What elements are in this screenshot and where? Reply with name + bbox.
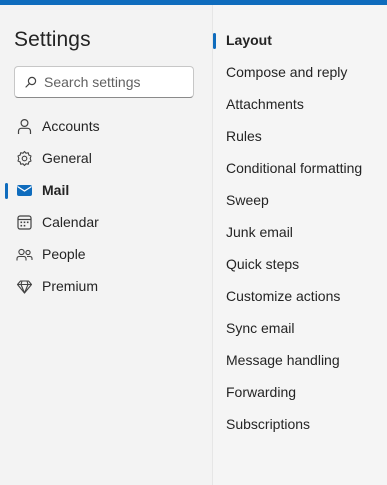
- section-label: Forwarding: [226, 384, 297, 400]
- mail-section-rules[interactable]: Rules: [213, 121, 387, 153]
- mail-section-layout[interactable]: Layout: [213, 25, 387, 57]
- nav-item-mail[interactable]: Mail: [0, 175, 212, 207]
- mail-sections-pane: Layout Compose and reply Attachments Rul…: [213, 5, 387, 485]
- mail-section-quick-steps[interactable]: Quick steps: [213, 249, 387, 281]
- nav-item-accounts[interactable]: Accounts: [0, 111, 212, 143]
- nav-label: Mail: [42, 182, 70, 198]
- search-icon: [25, 76, 37, 88]
- section-label: Quick steps: [226, 256, 300, 272]
- mail-section-forwarding[interactable]: Forwarding: [213, 377, 387, 409]
- section-label: Junk email: [226, 224, 293, 240]
- mail-section-sweep[interactable]: Sweep: [213, 185, 387, 217]
- diamond-icon: [16, 280, 33, 294]
- section-label: Rules: [226, 128, 262, 144]
- person-icon: [17, 118, 32, 134]
- section-label: Message handling: [226, 352, 340, 368]
- section-label: Attachments: [226, 96, 304, 112]
- search-input[interactable]: Search settings: [14, 66, 194, 98]
- nav-item-calendar[interactable]: Calendar: [0, 207, 212, 239]
- section-label: Subscriptions: [226, 416, 311, 432]
- page-title: Settings: [14, 28, 91, 51]
- selected-indicator: [5, 183, 8, 199]
- mail-section-attachments[interactable]: Attachments: [213, 89, 387, 121]
- section-label: Sweep: [226, 192, 269, 208]
- calendar-icon: [17, 215, 32, 230]
- section-label: Customize actions: [226, 288, 341, 304]
- mail-section-sync-email[interactable]: Sync email: [213, 313, 387, 345]
- nav-item-people[interactable]: People: [0, 239, 212, 271]
- search-placeholder: Search settings: [44, 74, 141, 90]
- mail-icon: [17, 185, 32, 196]
- gear-icon: [17, 150, 32, 167]
- selected-indicator: [213, 33, 216, 49]
- mail-section-customize-actions[interactable]: Customize actions: [213, 281, 387, 313]
- mail-section-conditional-formatting[interactable]: Conditional formatting: [213, 153, 387, 185]
- settings-nav-pane: Settings Search settings Accounts Genera…: [0, 5, 212, 485]
- mail-section-message-handling[interactable]: Message handling: [213, 345, 387, 377]
- nav-label: Accounts: [42, 118, 100, 134]
- people-icon: [16, 248, 33, 261]
- nav-item-premium[interactable]: Premium: [0, 271, 212, 303]
- mail-section-junk-email[interactable]: Junk email: [213, 217, 387, 249]
- nav-label: General: [42, 150, 92, 166]
- nav-label: Calendar: [42, 214, 99, 230]
- mail-section-compose-and-reply[interactable]: Compose and reply: [213, 57, 387, 89]
- section-label: Layout: [226, 32, 272, 48]
- section-label: Conditional formatting: [226, 160, 363, 176]
- nav-label: Premium: [42, 278, 99, 294]
- nav-item-general[interactable]: General: [0, 143, 212, 175]
- section-label: Compose and reply: [226, 64, 348, 80]
- nav-label: People: [42, 246, 86, 262]
- mail-section-subscriptions[interactable]: Subscriptions: [213, 409, 387, 441]
- section-label: Sync email: [226, 320, 295, 336]
